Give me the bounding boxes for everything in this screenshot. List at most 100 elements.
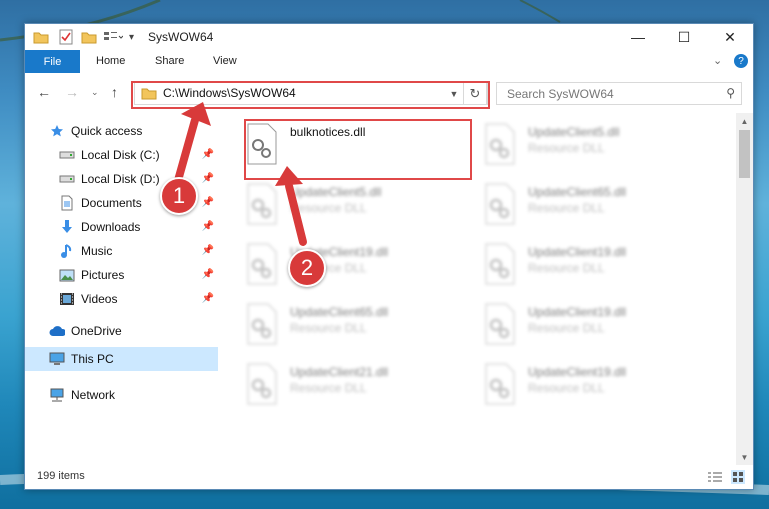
- properties-icon[interactable]: [59, 29, 73, 45]
- tiles-view-icon[interactable]: [731, 470, 745, 484]
- sidebar-item-label: Local Disk (D:): [81, 172, 160, 186]
- step-1-badge: 1: [160, 177, 198, 215]
- sidebar-item-music[interactable]: Music 📌: [25, 239, 218, 263]
- minimize-button[interactable]: —: [615, 24, 661, 50]
- view-options-icon[interactable]: [103, 30, 123, 44]
- dll-file-icon: [485, 243, 515, 285]
- download-icon: [59, 219, 75, 235]
- back-button[interactable]: ←: [37, 84, 51, 100]
- list-item[interactable]: UpdateClient65.dll Resource DLL: [244, 299, 474, 351]
- sidebar-item-this-pc[interactable]: This PC: [25, 347, 218, 371]
- network-icon: [49, 387, 65, 403]
- up-button[interactable]: ↑: [111, 84, 118, 100]
- scroll-down-icon[interactable]: ▼: [736, 449, 753, 465]
- tab-file[interactable]: File: [25, 50, 80, 73]
- file-name: UpdateClient5.dll: [290, 185, 382, 199]
- sidebar-item-label: Local Disk (C:): [81, 148, 160, 162]
- list-item[interactable]: UpdateClient5.dll Resource DLL: [244, 179, 474, 231]
- close-button[interactable]: ✕: [707, 24, 753, 50]
- search-input[interactable]: [505, 85, 709, 103]
- dll-file-icon: [247, 183, 277, 225]
- dll-file-icon: [247, 123, 277, 165]
- cloud-icon: [49, 323, 65, 339]
- file-name: UpdateClient65.dll: [528, 185, 627, 199]
- list-item[interactable]: UpdateClient19.dll Resource DLL: [482, 359, 712, 411]
- sidebar-item-onedrive[interactable]: OneDrive: [25, 319, 218, 343]
- tab-share[interactable]: Share: [155, 55, 184, 67]
- sidebar-item-network[interactable]: Network: [25, 383, 218, 407]
- folder-icon: [141, 88, 157, 100]
- pin-icon[interactable]: 📌: [202, 197, 214, 208]
- sidebar-item-local-disk-c[interactable]: Local Disk (C:) 📌: [25, 143, 218, 167]
- pin-icon[interactable]: 📌: [202, 293, 214, 304]
- sidebar-item-label: Quick access: [71, 124, 143, 138]
- navigation-bar: ← → ⌄ ↑ C:\Windows\SysWOW64 ▼ ↻ ⚲: [25, 73, 753, 113]
- details-view-icon[interactable]: [707, 471, 723, 483]
- ribbon: File Home Share View ⌄ ?: [25, 50, 753, 74]
- forward-button[interactable]: →: [65, 84, 79, 100]
- computer-icon: [49, 351, 65, 367]
- pin-icon[interactable]: 📌: [202, 173, 214, 184]
- sidebar-item-label: Documents: [81, 196, 142, 210]
- file-type: Resource DLL: [528, 261, 605, 275]
- item-count: 199 items: [37, 470, 85, 482]
- scroll-thumb[interactable]: [739, 130, 750, 178]
- file-type: Resource DLL: [290, 201, 367, 215]
- address-bar[interactable]: C:\Windows\SysWOW64 ▼: [134, 82, 488, 105]
- pin-icon[interactable]: 📌: [202, 149, 214, 160]
- search-icon[interactable]: ⚲: [726, 86, 735, 100]
- sidebar-item-label: Pictures: [81, 268, 125, 282]
- new-folder-icon[interactable]: [81, 30, 97, 44]
- file-name: UpdateClient65.dll: [290, 305, 389, 319]
- list-item[interactable]: UpdateClient65.dll Resource DLL: [482, 179, 712, 231]
- dll-file-icon: [485, 303, 515, 345]
- list-item[interactable]: UpdateClient5.dll Resource DLL: [482, 119, 712, 171]
- customize-toolbar-icon[interactable]: ▾: [129, 32, 134, 43]
- pictures-icon: [59, 267, 75, 283]
- file-type: Resource DLL: [528, 321, 605, 335]
- sidebar-item-label: Network: [71, 388, 116, 402]
- sidebar-item-label: Videos: [81, 292, 118, 306]
- tab-home[interactable]: Home: [96, 55, 125, 67]
- file-name: UpdateClient19.dll: [528, 305, 627, 319]
- list-item[interactable]: UpdateClient19.dll Resource DLL: [482, 239, 712, 291]
- documents-icon: [59, 195, 75, 211]
- list-item[interactable]: UpdateClient19.dll Resource DLL: [244, 239, 474, 291]
- dll-file-icon: [247, 243, 277, 285]
- dll-file-icon: [247, 303, 277, 345]
- star-icon: [49, 123, 65, 139]
- list-item[interactable]: bulknotices.dll: [244, 119, 474, 171]
- scroll-up-icon[interactable]: ▲: [736, 113, 753, 129]
- file-name: UpdateClient21.dll: [290, 365, 389, 379]
- dll-file-icon: [485, 183, 515, 225]
- tab-view[interactable]: View: [213, 55, 237, 67]
- vertical-scrollbar[interactable]: ▲ ▼: [736, 113, 753, 465]
- sidebar-item-pictures[interactable]: Pictures 📌: [25, 263, 218, 287]
- refresh-button[interactable]: ↻: [463, 82, 487, 105]
- pin-icon[interactable]: 📌: [202, 245, 214, 256]
- expand-ribbon-icon[interactable]: ⌄: [713, 54, 722, 67]
- dll-file-icon: [247, 363, 277, 405]
- recent-locations-button[interactable]: ⌄: [91, 87, 99, 98]
- file-list: bulknotices.dll UpdateClient5.dll Resourc…: [224, 113, 736, 465]
- sidebar-item-downloads[interactable]: Downloads 📌: [25, 215, 218, 239]
- folder-icon[interactable]: [33, 30, 49, 44]
- help-icon[interactable]: ?: [734, 54, 748, 68]
- navigation-pane: Quick access Local Disk (C:) 📌 Local Dis…: [25, 113, 220, 465]
- file-name: UpdateClient19.dll: [528, 365, 627, 379]
- title-bar: ▾ SysWOW64 — ☐ ✕: [25, 24, 753, 50]
- drive-icon: [59, 171, 75, 187]
- sidebar-item-videos[interactable]: Videos 📌: [25, 287, 218, 311]
- maximize-button[interactable]: ☐: [661, 24, 707, 50]
- file-name: UpdateClient5.dll: [528, 125, 620, 139]
- drive-icon: [59, 147, 75, 163]
- address-dropdown-icon[interactable]: ▼: [445, 83, 463, 104]
- step-2-badge: 2: [288, 249, 326, 287]
- list-item[interactable]: UpdateClient19.dll Resource DLL: [482, 299, 712, 351]
- file-type: Resource DLL: [528, 201, 605, 215]
- pin-icon[interactable]: 📌: [202, 221, 214, 232]
- search-box[interactable]: ⚲: [496, 82, 742, 105]
- sidebar-item-quick-access[interactable]: Quick access: [25, 119, 218, 143]
- list-item[interactable]: UpdateClient21.dll Resource DLL: [244, 359, 474, 411]
- pin-icon[interactable]: 📌: [202, 269, 214, 280]
